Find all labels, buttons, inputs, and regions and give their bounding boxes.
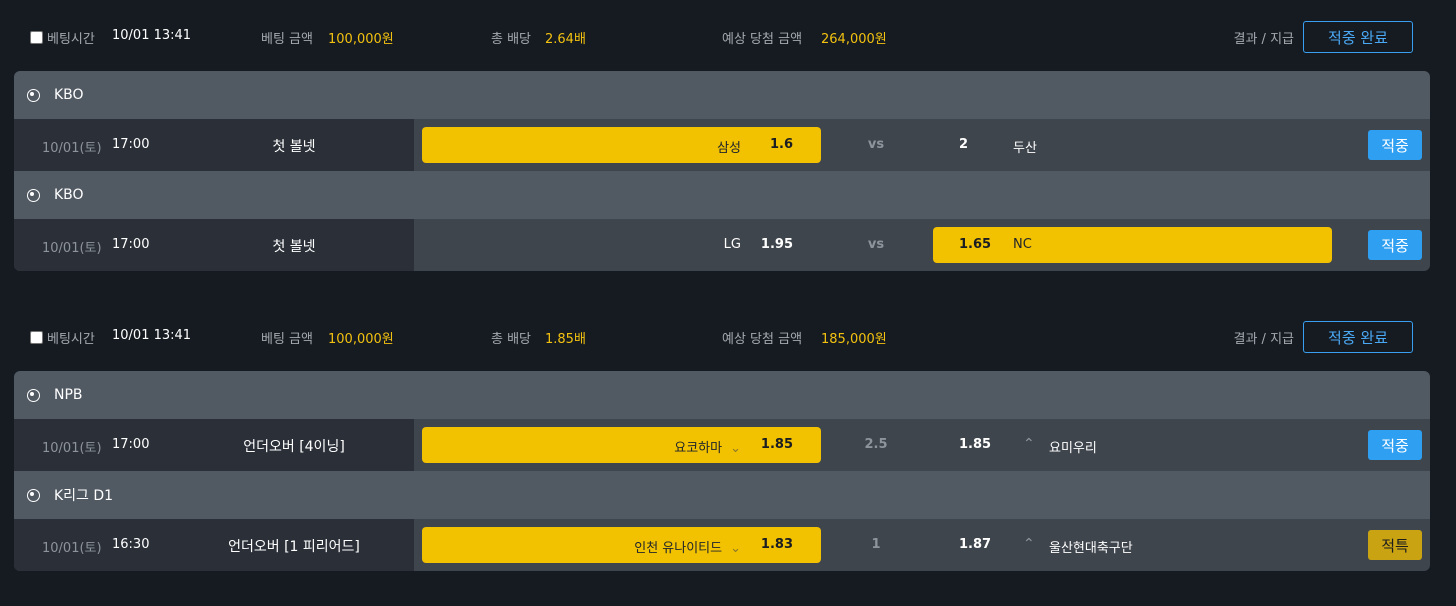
home-team-wrap: 인천 유나이티드 ⌄ [634,537,741,556]
away-odds: 2 [959,137,969,152]
over-odds: 1.85 [959,437,992,452]
result-status-button[interactable]: 적중 완료 [1303,21,1413,53]
home-pick[interactable]: 삼성 1.6 [422,127,821,163]
chevrons-up-icon: ⌃ [1023,436,1035,452]
vs-label: vs [867,137,885,152]
result-badge: 적중 [1368,130,1422,160]
bet-amount: 100,000원 [328,332,394,347]
bet-time: 10/01 13:41 [112,28,192,43]
under-odds: 1.83 [760,537,793,552]
bet-time: 10/01 13:41 [112,328,192,343]
total-odds-label: 총 배당 [491,32,532,47]
bet-summary: 베팅시간 10/01 13:41 베팅 금액 100,000원 총 배당 1.8… [14,316,1430,356]
under-pick[interactable]: 요코하마 ⌄ 1.85 [422,427,821,463]
game-list: NPB 10/01(토) 17:00 언더오버 [4이닝] 요코하마 ⌄ 1.85… [14,371,1430,571]
game-row: 10/01(토) 16:30 언더오버 [1 피리어드] 인천 유나이티드 ⌄ 1… [14,519,1430,571]
game-date: 10/01(토) [42,441,102,456]
market-name: 언더오버 [1 피리어드] [228,539,360,555]
home-odds: 1.95 [760,237,793,252]
away-odds: 1.65 [959,237,992,252]
baseball-icon [27,388,40,402]
select-checkbox[interactable] [30,331,43,344]
away-team: NC [1013,237,1032,252]
expected-win-amount: 185,000원 [821,332,887,347]
bet-amount: 100,000원 [328,32,394,47]
league-header: K리그 D1 [14,471,1430,519]
expected-win-label: 예상 당첨 금액 [722,32,803,47]
game-time: 17:00 [112,137,150,152]
chevrons-down-icon: ⌄ [730,541,741,556]
home-team: 요코하마 [674,441,723,456]
league-header: NPB [14,371,1430,419]
result-badge: 적중 [1368,230,1422,260]
result-status-button[interactable]: 적중 완료 [1303,321,1413,353]
handicap-line: 2.5 [864,437,888,452]
league-header: KBO [14,71,1430,119]
over-pick[interactable]: 1.85 ⌃ 요미우리 [933,427,1332,463]
result-label: 결과 / 지급 [1233,32,1295,47]
game-time: 17:00 [112,237,150,252]
bet-amount-label: 베팅 금액 [261,32,313,47]
chevrons-down-icon: ⌄ [730,441,741,456]
game-row: 10/01(토) 17:00 언더오버 [4이닝] 요코하마 ⌄ 1.85 2.5… [14,419,1430,471]
handicap-line: 1 [871,537,881,552]
league-header: KBO [14,171,1430,219]
game-row: 10/01(토) 17:00 첫 볼넷 LG 1.95 vs 1.65 NC 적… [14,219,1430,271]
home-team-wrap: 요코하마 ⌄ [674,437,741,456]
league-name: KBO [54,87,84,103]
bet-time-label: 베팅시간 [47,332,95,347]
game-time: 17:00 [112,437,150,452]
total-odds: 1.85배 [545,332,586,347]
home-team: 삼성 [717,141,741,156]
bet-slip: 베팅시간 10/01 13:41 베팅 금액 100,000원 총 배당 1.8… [14,316,1430,571]
home-team: 인천 유나이티드 [634,541,723,556]
league-name: K리그 D1 [54,488,114,504]
away-team: 울산현대축구단 [1049,541,1133,556]
baseball-icon [27,188,40,202]
game-info: 10/01(토) 17:00 첫 볼넷 [14,219,414,271]
away-pick[interactable]: 1.65 NC [933,227,1332,263]
select-checkbox[interactable] [30,31,43,44]
game-date: 10/01(토) [42,541,102,556]
game-list: KBO 10/01(토) 17:00 첫 볼넷 삼성 1.6 vs 2 두산 적… [14,71,1430,271]
total-odds: 2.64배 [545,32,586,47]
home-team: LG [723,237,741,252]
expected-win-amount: 264,000원 [821,32,887,47]
market-name: 첫 볼넷 [272,239,316,255]
result-badge: 적특 [1368,530,1422,560]
game-info: 10/01(토) 16:30 언더오버 [1 피리어드] [14,519,414,571]
bet-summary: 베팅시간 10/01 13:41 베팅 금액 100,000원 총 배당 2.6… [14,16,1430,56]
baseball-icon [27,88,40,102]
game-time: 16:30 [112,537,150,552]
vs-label: vs [867,237,885,252]
bet-slip: 베팅시간 10/01 13:41 베팅 금액 100,000원 총 배당 2.6… [14,16,1430,271]
result-label: 결과 / 지급 [1233,332,1295,347]
game-row: 10/01(토) 17:00 첫 볼넷 삼성 1.6 vs 2 두산 적중 [14,119,1430,171]
bet-time-label: 베팅시간 [47,32,95,47]
game-info: 10/01(토) 17:00 언더오버 [4이닝] [14,419,414,471]
away-team: 두산 [1013,141,1037,156]
away-team: 요미우리 [1049,441,1097,456]
market-name: 첫 볼넷 [272,139,316,155]
over-pick[interactable]: 1.87 ⌃ 울산현대축구단 [933,527,1332,563]
game-info: 10/01(토) 17:00 첫 볼넷 [14,119,414,171]
expected-win-label: 예상 당첨 금액 [722,332,803,347]
game-date: 10/01(토) [42,141,102,156]
away-pick[interactable]: 2 두산 [933,127,1332,163]
chevrons-up-icon: ⌃ [1023,536,1035,552]
total-odds-label: 총 배당 [491,332,532,347]
soccer-ball-icon [27,488,40,502]
league-name: NPB [54,387,83,403]
game-date: 10/01(토) [42,241,102,256]
league-name: KBO [54,187,84,203]
under-odds: 1.85 [760,437,793,452]
home-pick[interactable]: LG 1.95 [422,227,821,263]
result-badge: 적중 [1368,430,1422,460]
market-name: 언더오버 [4이닝] [243,439,345,455]
home-odds: 1.6 [769,137,793,152]
bet-amount-label: 베팅 금액 [261,332,313,347]
over-odds: 1.87 [959,537,992,552]
under-pick[interactable]: 인천 유나이티드 ⌄ 1.83 [422,527,821,563]
